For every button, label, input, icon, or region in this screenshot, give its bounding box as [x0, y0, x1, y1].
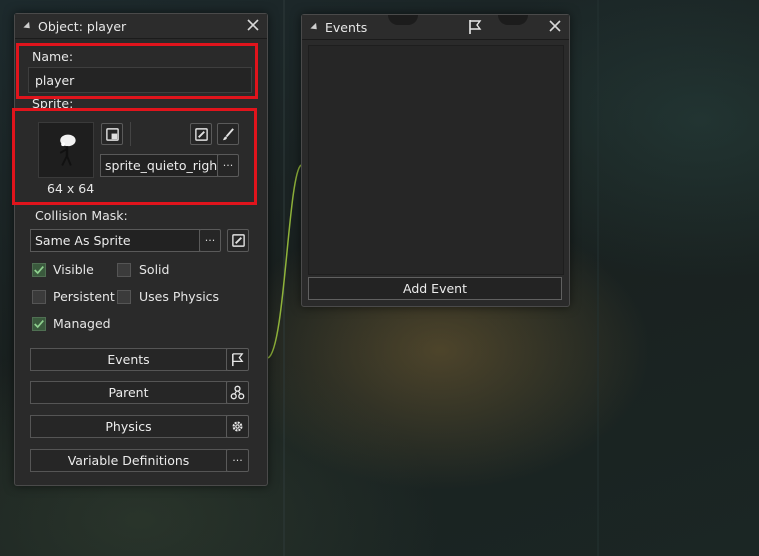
events-panel-title: Events — [325, 19, 368, 35]
sprite-thumbnail-icon — [59, 134, 76, 166]
variable-definitions-more-label: ··· — [232, 454, 243, 467]
header-notch — [388, 15, 418, 25]
edit-collision-button[interactable] — [227, 229, 249, 252]
name-value: player — [35, 72, 75, 88]
object-panel-header[interactable]: Object: player — [15, 14, 267, 39]
close-icon[interactable] — [547, 18, 563, 34]
physics-button-label: Physics — [105, 419, 152, 434]
persistent-checkbox[interactable] — [32, 290, 46, 304]
browse-sprite-label: ··· — [222, 159, 234, 172]
managed-label: Managed — [53, 316, 111, 331]
edit-sprite-icon — [194, 127, 208, 141]
sprite-label: Sprite: — [32, 96, 74, 111]
close-icon[interactable] — [245, 17, 261, 33]
collapse-arrow-icon[interactable] — [23, 21, 33, 31]
parent-icon-button[interactable] — [226, 381, 249, 404]
events-panel: Events Add Event — [301, 14, 570, 307]
collision-mask-label: Collision Mask: — [35, 208, 128, 223]
sprite-size-label: 64 x 64 — [47, 181, 95, 196]
physics-settings-button[interactable] — [226, 415, 249, 438]
visible-checkbox[interactable] — [32, 263, 46, 277]
variable-definitions-button[interactable]: Variable Definitions — [30, 449, 227, 472]
events-list[interactable] — [308, 45, 564, 275]
edit-mask-icon — [231, 234, 245, 247]
visible-label: Visible — [53, 262, 94, 277]
solid-checkbox[interactable] — [117, 263, 131, 277]
add-event-label: Add Event — [403, 281, 467, 296]
new-sprite-icon — [105, 127, 119, 141]
new-sprite-button[interactable] — [101, 123, 123, 145]
parent-button[interactable]: Parent — [30, 381, 227, 404]
toolbar-divider — [130, 122, 131, 146]
physics-button[interactable]: Physics — [30, 415, 227, 438]
add-event-button[interactable]: Add Event — [308, 277, 562, 300]
gear-icon — [232, 421, 243, 432]
checkmark-icon — [34, 266, 44, 275]
persistent-label: Persistent — [53, 289, 115, 304]
browse-collision-button[interactable]: ··· — [199, 229, 221, 252]
sprite-editor-button[interactable] — [217, 123, 239, 145]
collapse-arrow-icon[interactable] — [310, 22, 320, 32]
solid-label: Solid — [139, 262, 170, 277]
collision-mask-field[interactable]: Same As Sprite — [30, 229, 200, 252]
uses-physics-label: Uses Physics — [139, 289, 220, 304]
name-field[interactable]: player — [28, 67, 252, 93]
sprite-name-field[interactable]: sprite_quieto_right — [100, 154, 222, 177]
events-panel-header[interactable]: Events — [302, 15, 569, 40]
uses-physics-checkbox[interactable] — [117, 290, 131, 304]
sprite-preview[interactable] — [38, 122, 94, 178]
flag-icon[interactable] — [467, 19, 483, 35]
edit-sprite-button[interactable] — [190, 123, 212, 145]
parent-button-label: Parent — [108, 385, 149, 400]
events-button[interactable]: Events — [30, 348, 227, 371]
paintbrush-icon — [222, 127, 234, 140]
flag-icon — [232, 353, 244, 367]
name-label: Name: — [32, 49, 74, 64]
sprite-name-value: sprite_quieto_right — [105, 158, 223, 173]
checkmark-icon — [34, 320, 44, 329]
object-panel-title: Object: player — [38, 18, 127, 34]
collision-mask-value: Same As Sprite — [35, 233, 131, 248]
browse-sprite-button[interactable]: ··· — [217, 154, 239, 177]
variable-definitions-more-button[interactable]: ··· — [226, 449, 249, 472]
browse-collision-label: ··· — [204, 234, 216, 247]
hierarchy-icon — [230, 385, 245, 400]
link-connector-line — [267, 164, 302, 359]
managed-checkbox[interactable] — [32, 317, 46, 331]
events-flag-button[interactable] — [226, 348, 249, 371]
header-notch — [498, 15, 528, 25]
variable-definitions-label: Variable Definitions — [67, 453, 190, 468]
events-button-label: Events — [107, 352, 150, 367]
